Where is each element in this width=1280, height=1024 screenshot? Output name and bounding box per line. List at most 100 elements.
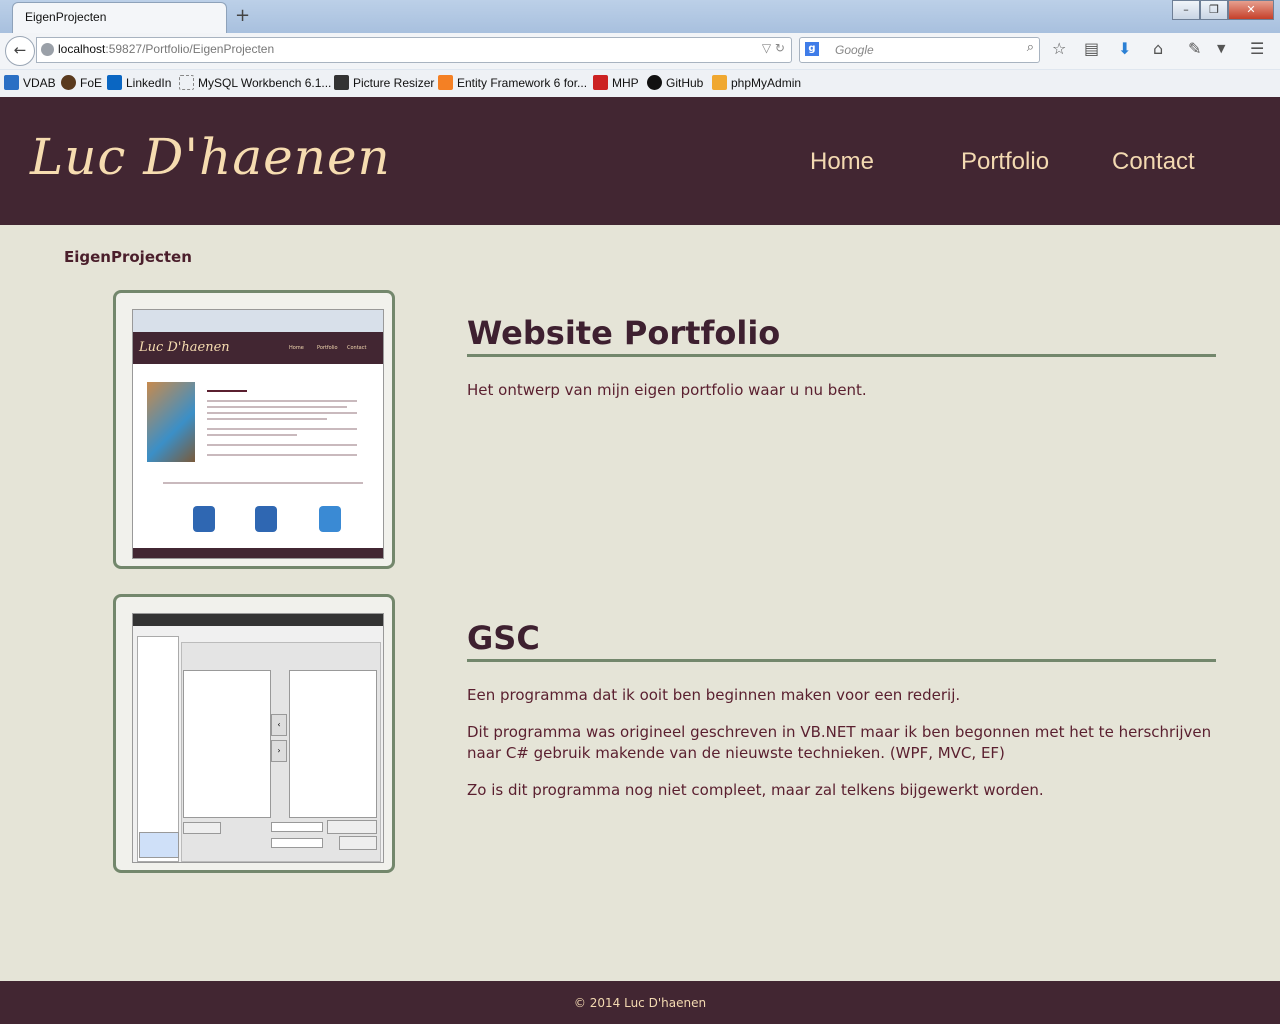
mini-date-field <box>271 838 323 848</box>
title-divider <box>467 354 1216 357</box>
bookmark-mhp[interactable]: MHP <box>593 75 639 90</box>
mini-left-list <box>137 636 179 862</box>
stackoverflow-icon <box>438 75 453 90</box>
tab-strip: EigenProjecten + – ❐ ✕ <box>0 0 1280 34</box>
project-description: Het ontwerp van mijn eigen portfolio waa… <box>467 381 867 399</box>
restore-icon[interactable]: ❐ <box>1200 0 1228 20</box>
mhp-icon <box>593 75 608 90</box>
bookmark-github[interactable]: GitHub <box>647 75 703 90</box>
mini-text-line <box>207 412 357 414</box>
mini-profile-photo <box>147 382 195 462</box>
google-icon[interactable]: g <box>805 42 819 56</box>
bookmarks-bar: VDAB FoE LinkedIn MySQL Workbench 6.1...… <box>0 70 1280 97</box>
reload-icon[interactable]: ▽ ↻ <box>762 41 785 55</box>
mini-dropdown <box>139 832 179 858</box>
nav-contact[interactable]: Contact <box>1112 148 1195 176</box>
project-title: GSC <box>467 619 540 657</box>
mini-browser-bar <box>133 310 383 332</box>
github-icon <box>647 75 662 90</box>
mini-button <box>339 836 377 850</box>
url-bar[interactable]: localhost:59827/Portfolio/EigenProjecten… <box>36 37 792 63</box>
bookmark-label: MySQL Workbench 6.1... <box>198 75 332 90</box>
project-description: Zo is dit programma nog niet compleet, m… <box>467 781 1044 799</box>
title-divider <box>467 659 1216 662</box>
url-path: :59827/Portfolio/EigenProjecten <box>105 42 275 56</box>
tab-title: EigenProjecten <box>25 10 107 24</box>
search-placeholder: Google <box>835 43 874 57</box>
navigation-toolbar: ← localhost:59827/Portfolio/EigenProject… <box>0 33 1280 69</box>
project-thumbnail-gsc[interactable]: ‹ › <box>113 594 395 873</box>
reading-list-icon[interactable]: ▤ <box>1084 39 1099 58</box>
foe-icon <box>61 75 76 90</box>
mini-nav-portfolio: Portfolio <box>317 345 338 351</box>
downloads-icon[interactable]: ⬇ <box>1118 39 1131 58</box>
bookmark-label: LinkedIn <box>126 75 172 90</box>
thumbnail-image: ‹ › <box>132 613 384 863</box>
bookmark-picture-resizer[interactable]: Picture Resizer <box>334 75 434 90</box>
mini-text-line <box>207 434 297 436</box>
bookmark-star-icon[interactable]: ☆ <box>1052 39 1066 58</box>
site-logo[interactable]: Luc D'haenen <box>30 128 391 186</box>
pr-icon <box>334 75 349 90</box>
search-icon[interactable]: ⌕ <box>1027 40 1034 55</box>
mini-text-line <box>207 444 357 446</box>
vdab-icon <box>4 75 19 90</box>
mini-move-left-button: ‹ <box>271 714 287 736</box>
bookmark-label: FoE <box>80 75 103 90</box>
linkedin-icon <box>107 75 122 90</box>
nav-portfolio[interactable]: Portfolio <box>961 148 1049 176</box>
mini-facebook-icon <box>193 506 215 532</box>
page-title: EigenProjecten <box>64 248 192 266</box>
phpmyadmin-icon <box>712 75 727 90</box>
footer-copyright: © 2014 Luc D'haenen <box>573 996 707 1010</box>
dropdown-icon[interactable]: ▼ <box>1217 42 1225 55</box>
mini-move-right-button: › <box>271 740 287 762</box>
globe-icon <box>41 43 54 56</box>
mini-linkedin-icon <box>255 506 277 532</box>
search-input[interactable]: g Google ⌕ <box>799 37 1040 63</box>
mini-list-left <box>183 670 271 818</box>
mini-text-line <box>207 400 357 402</box>
mini-twitter-icon <box>319 506 341 532</box>
mini-text-line <box>207 454 357 456</box>
window-controls: – ❐ ✕ <box>1172 0 1274 20</box>
mini-window-titlebar <box>133 614 383 626</box>
minimize-icon[interactable]: – <box>1172 0 1200 20</box>
mini-button <box>327 820 377 834</box>
bookmark-entity-framework[interactable]: Entity Framework 6 for... <box>438 75 587 90</box>
addon-icon[interactable]: ✎ <box>1188 39 1201 58</box>
new-tab-button[interactable]: + <box>235 5 250 26</box>
mini-nav-contact: Contact <box>347 345 367 351</box>
mini-logo: Luc D'haenen <box>139 340 230 355</box>
bookmark-label: MHP <box>612 75 639 90</box>
bookmark-label: Picture Resizer <box>353 75 435 90</box>
bookmark-label: VDAB <box>23 75 56 90</box>
mini-date-field <box>271 822 323 832</box>
browser-tab[interactable]: EigenProjecten <box>12 2 227 34</box>
project-thumbnail-portfolio[interactable]: Luc D'haenen Home Portfolio Contact <box>113 290 395 569</box>
nav-home[interactable]: Home <box>810 148 874 176</box>
bookmark-phpmyadmin[interactable]: phpMyAdmin <box>712 75 801 90</box>
bookmark-mysql[interactable]: MySQL Workbench 6.1... <box>179 75 331 90</box>
mini-footer <box>133 548 383 558</box>
url-host: localhost <box>58 42 106 56</box>
mini-text-line <box>207 428 357 430</box>
mini-text-line <box>207 406 347 408</box>
home-icon[interactable]: ⌂ <box>1153 39 1163 58</box>
thumbnail-image: Luc D'haenen Home Portfolio Contact <box>132 309 384 559</box>
menu-icon[interactable]: ☰ <box>1250 39 1264 58</box>
project-title: Website Portfolio <box>467 314 781 352</box>
bookmark-linkedin[interactable]: LinkedIn <box>107 75 171 90</box>
mini-contact-line <box>163 482 363 484</box>
url-text: localhost:59827/Portfolio/EigenProjecten <box>58 42 274 56</box>
mini-list-right <box>289 670 377 818</box>
browser-chrome: EigenProjecten + – ❐ ✕ ← localhost:59827… <box>0 0 1280 98</box>
close-icon[interactable]: ✕ <box>1228 0 1274 20</box>
bookmark-vdab[interactable]: VDAB <box>4 75 56 90</box>
mini-nav-home: Home <box>289 345 304 351</box>
project-description: Dit programma was origineel geschreven i… <box>467 723 1212 762</box>
mini-text-line <box>207 390 247 392</box>
blank-page-icon <box>179 75 194 90</box>
back-arrow-icon[interactable]: ← <box>5 36 35 66</box>
bookmark-foe[interactable]: FoE <box>61 75 102 90</box>
